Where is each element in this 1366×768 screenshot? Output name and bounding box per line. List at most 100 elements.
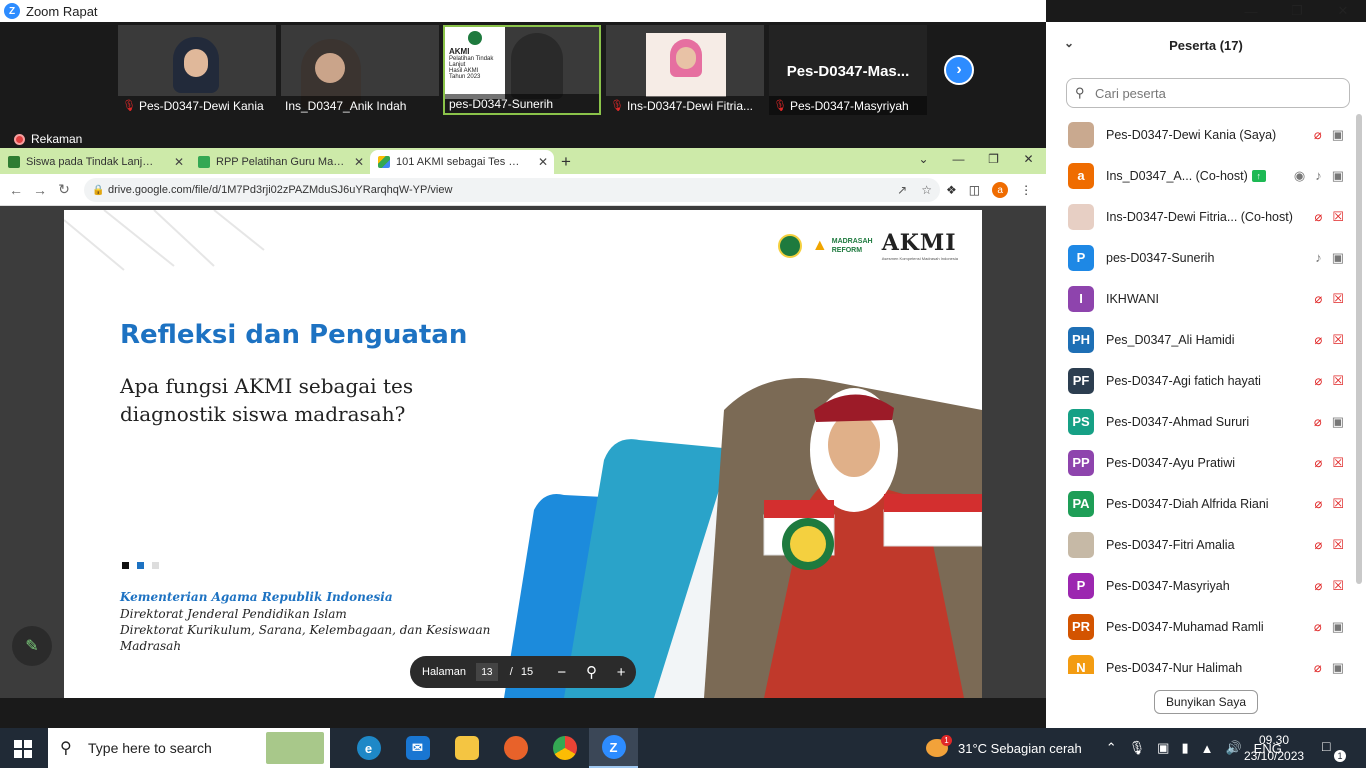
participant-row[interactable]: Ppes-D0347-Sunerih ♪ ▣: [1046, 237, 1354, 278]
participant-row[interactable]: Pes-D0347-Fitri Amalia ⌀ ☒: [1046, 524, 1354, 565]
camera-icon[interactable]: ▣: [1332, 660, 1344, 675]
volume-icon[interactable]: 🔊: [1225, 740, 1241, 756]
taskbar-chrome[interactable]: [540, 728, 589, 768]
show-hidden-icons-chevron-icon[interactable]: ⌃: [1106, 740, 1117, 756]
edit-pencil-button[interactable]: ✎: [12, 626, 52, 666]
mic-muted-icon[interactable]: ⌀: [1315, 332, 1323, 348]
camera-off-icon[interactable]: ☒: [1332, 373, 1344, 389]
wifi-icon[interactable]: ▲: [1201, 741, 1214, 756]
zoom-magnifier-icon[interactable]: ⚲: [577, 663, 607, 681]
browser-minimize-button[interactable]: —: [941, 148, 976, 172]
camera-icon[interactable]: ▣: [1332, 619, 1344, 635]
collapse-chevron-icon[interactable]: ⌄: [1064, 36, 1074, 50]
start-windows-icon[interactable]: [14, 740, 32, 758]
menu-kebab-icon[interactable]: ⋮: [1020, 183, 1032, 197]
recording-indicator[interactable]: Rekaman: [0, 130, 200, 148]
bookmark-star-icon[interactable]: ☆: [921, 183, 932, 197]
mic-muted-icon[interactable]: ⌀: [1314, 660, 1322, 675]
mic-muted-icon[interactable]: ⌀: [1315, 291, 1323, 307]
extensions-puzzle-icon[interactable]: ❖: [946, 183, 957, 197]
camera-off-icon[interactable]: ☒: [1332, 209, 1344, 225]
taskbar-mail[interactable]: ✉: [393, 728, 442, 768]
participant-row[interactable]: PS Pes-D0347-Ahmad Sururi ⌀ ▣: [1046, 401, 1354, 442]
weather-text[interactable]: 31°C Sebagian cerah: [958, 741, 1082, 756]
browser-close-button[interactable]: ✕: [1011, 148, 1046, 172]
participant-row[interactable]: PF Pes-D0347-Agi fatich hayati ⌀ ☒: [1046, 360, 1354, 401]
forward-icon[interactable]: →: [28, 182, 52, 198]
video-tile[interactable]: 🎙 Pes-D0347-Dewi Kania: [118, 25, 276, 115]
share-icon[interactable]: ↗: [897, 183, 907, 197]
close-window-button[interactable]: ✕: [1320, 0, 1366, 22]
camera-off-icon[interactable]: ☒: [1332, 537, 1344, 553]
profile-avatar[interactable]: a: [992, 182, 1009, 198]
battery-icon[interactable]: ▮: [1181, 740, 1188, 756]
mic-muted-icon[interactable]: ⌀: [1315, 496, 1323, 512]
taskbar-search-input[interactable]: ⚲ Type here to search: [48, 728, 330, 768]
video-tile[interactable]: Pes-D0347-Mas... 🎙 Pes-D0347-Masyriyah: [769, 25, 927, 115]
video-tile[interactable]: 🎙 Ins-D0347-Dewi Fitria...: [606, 25, 764, 115]
camera-icon[interactable]: ▣: [1332, 250, 1344, 266]
participant-row[interactable]: PP Pes-D0347-Ayu Pratiwi ⌀ ☒: [1046, 442, 1354, 483]
participant-row[interactable]: PA Pes-D0347-Diah Alfrida Riani ⌀ ☒: [1046, 483, 1354, 524]
camera-icon[interactable]: ▣: [1332, 168, 1344, 184]
mic-muted-icon[interactable]: ⌀: [1314, 127, 1322, 143]
camera-off-icon[interactable]: ☒: [1332, 578, 1344, 594]
participant-row[interactable]: PH Pes_D0347_Ali Hamidi ⌀ ☒: [1046, 319, 1354, 360]
tab-close-icon[interactable]: ✕: [538, 155, 548, 169]
browser-tab[interactable]: Siswa pada Tindak Lanjut AKMI ✕: [0, 150, 190, 174]
side-panel-icon[interactable]: ◫: [969, 183, 980, 197]
browser-restore-button[interactable]: ❐: [976, 148, 1011, 172]
address-bar[interactable]: 🔒 drive.google.com/file/d/1M7Pd3rji02zPA…: [84, 178, 940, 202]
camera-off-icon[interactable]: ☒: [1332, 496, 1344, 512]
camera-off-icon[interactable]: ☒: [1332, 332, 1344, 348]
video-camera-icon[interactable]: ▣: [1157, 740, 1169, 756]
participant-row[interactable]: I IKHWANI ⌀ ☒: [1046, 278, 1354, 319]
tab-close-icon[interactable]: ✕: [354, 155, 364, 169]
mic-muted-icon[interactable]: ⌀: [1315, 578, 1323, 594]
camera-icon[interactable]: ▣: [1332, 414, 1344, 430]
camera-icon[interactable]: ▣: [1332, 127, 1344, 143]
new-tab-button[interactable]: +: [554, 150, 578, 174]
participant-row[interactable]: a Ins_D0347_A... (Co-host) ↑ ◉ ♪ ▣: [1046, 155, 1354, 196]
mic-muted-icon[interactable]: ⌀: [1314, 619, 1322, 635]
tab-close-icon[interactable]: ✕: [174, 155, 184, 169]
zoom-out-icon[interactable]: −: [547, 664, 577, 681]
taskbar-edge[interactable]: e: [344, 728, 393, 768]
weather-icon[interactable]: 1: [926, 735, 952, 757]
next-page-arrow-icon[interactable]: ›: [944, 55, 974, 85]
taskbar-clock[interactable]: 09.30 23/10/2023: [1244, 732, 1304, 764]
mic-icon[interactable]: ♪: [1315, 168, 1322, 183]
browser-tab-active[interactable]: 101 AKMI sebagai Tes Diagnosis ✕: [370, 150, 554, 174]
mic-muted-icon[interactable]: ⌀: [1315, 537, 1323, 553]
unmute-me-button[interactable]: Bunyikan Saya: [1154, 690, 1258, 714]
taskbar-explorer[interactable]: [442, 728, 491, 768]
participant-row[interactable]: N Pes-D0347-Nur Halimah ⌀ ▣: [1046, 647, 1354, 674]
mic-muted-icon[interactable]: ⌀: [1315, 373, 1323, 389]
participant-search-input[interactable]: ⚲ Cari peserta: [1066, 78, 1350, 108]
reload-icon[interactable]: ↻: [52, 181, 76, 198]
maximize-button[interactable]: ❐: [1274, 0, 1320, 22]
camera-off-icon[interactable]: ☒: [1332, 291, 1344, 307]
mic-muted-icon[interactable]: ⌀: [1314, 414, 1322, 430]
browser-tab[interactable]: RPP Pelatihan Guru Madrasah Ti ✕: [190, 150, 370, 174]
search-highlight-widget[interactable]: [266, 732, 324, 764]
scrollbar[interactable]: [1356, 114, 1362, 584]
participant-row[interactable]: PR Pes-D0347-Muhamad Ramli ⌀ ▣: [1046, 606, 1354, 647]
page-number-input[interactable]: 13: [476, 663, 498, 681]
video-tile-active-speaker[interactable]: AKMI Pelatihan Tindak Lanjut Hasil AKMI …: [443, 25, 601, 115]
minimize-button[interactable]: —: [1228, 0, 1274, 22]
tab-search-icon[interactable]: ⌄: [906, 148, 941, 172]
participant-row[interactable]: P Pes-D0347-Masyriyah ⌀ ☒: [1046, 565, 1354, 606]
participant-row[interactable]: Pes-D0347-Dewi Kania (Saya) ⌀ ▣: [1046, 114, 1354, 155]
mic-icon[interactable]: ♪: [1315, 250, 1322, 265]
back-icon[interactable]: ←: [4, 182, 28, 198]
participant-row[interactable]: Ins-D0347-Dewi Fitria... (Co-host) ⌀ ☒: [1046, 196, 1354, 237]
taskbar-zoom[interactable]: Z: [589, 728, 638, 768]
camera-off-icon[interactable]: ☒: [1332, 455, 1344, 471]
zoom-in-icon[interactable]: +: [606, 664, 636, 681]
video-tile[interactable]: Ins_D0347_Anik Indah: [281, 25, 439, 115]
microphone-icon[interactable]: 🎙: [1129, 740, 1146, 756]
taskbar-firefox[interactable]: [491, 728, 540, 768]
mic-muted-icon[interactable]: ⌀: [1315, 209, 1323, 225]
mic-muted-icon[interactable]: ⌀: [1315, 455, 1323, 471]
